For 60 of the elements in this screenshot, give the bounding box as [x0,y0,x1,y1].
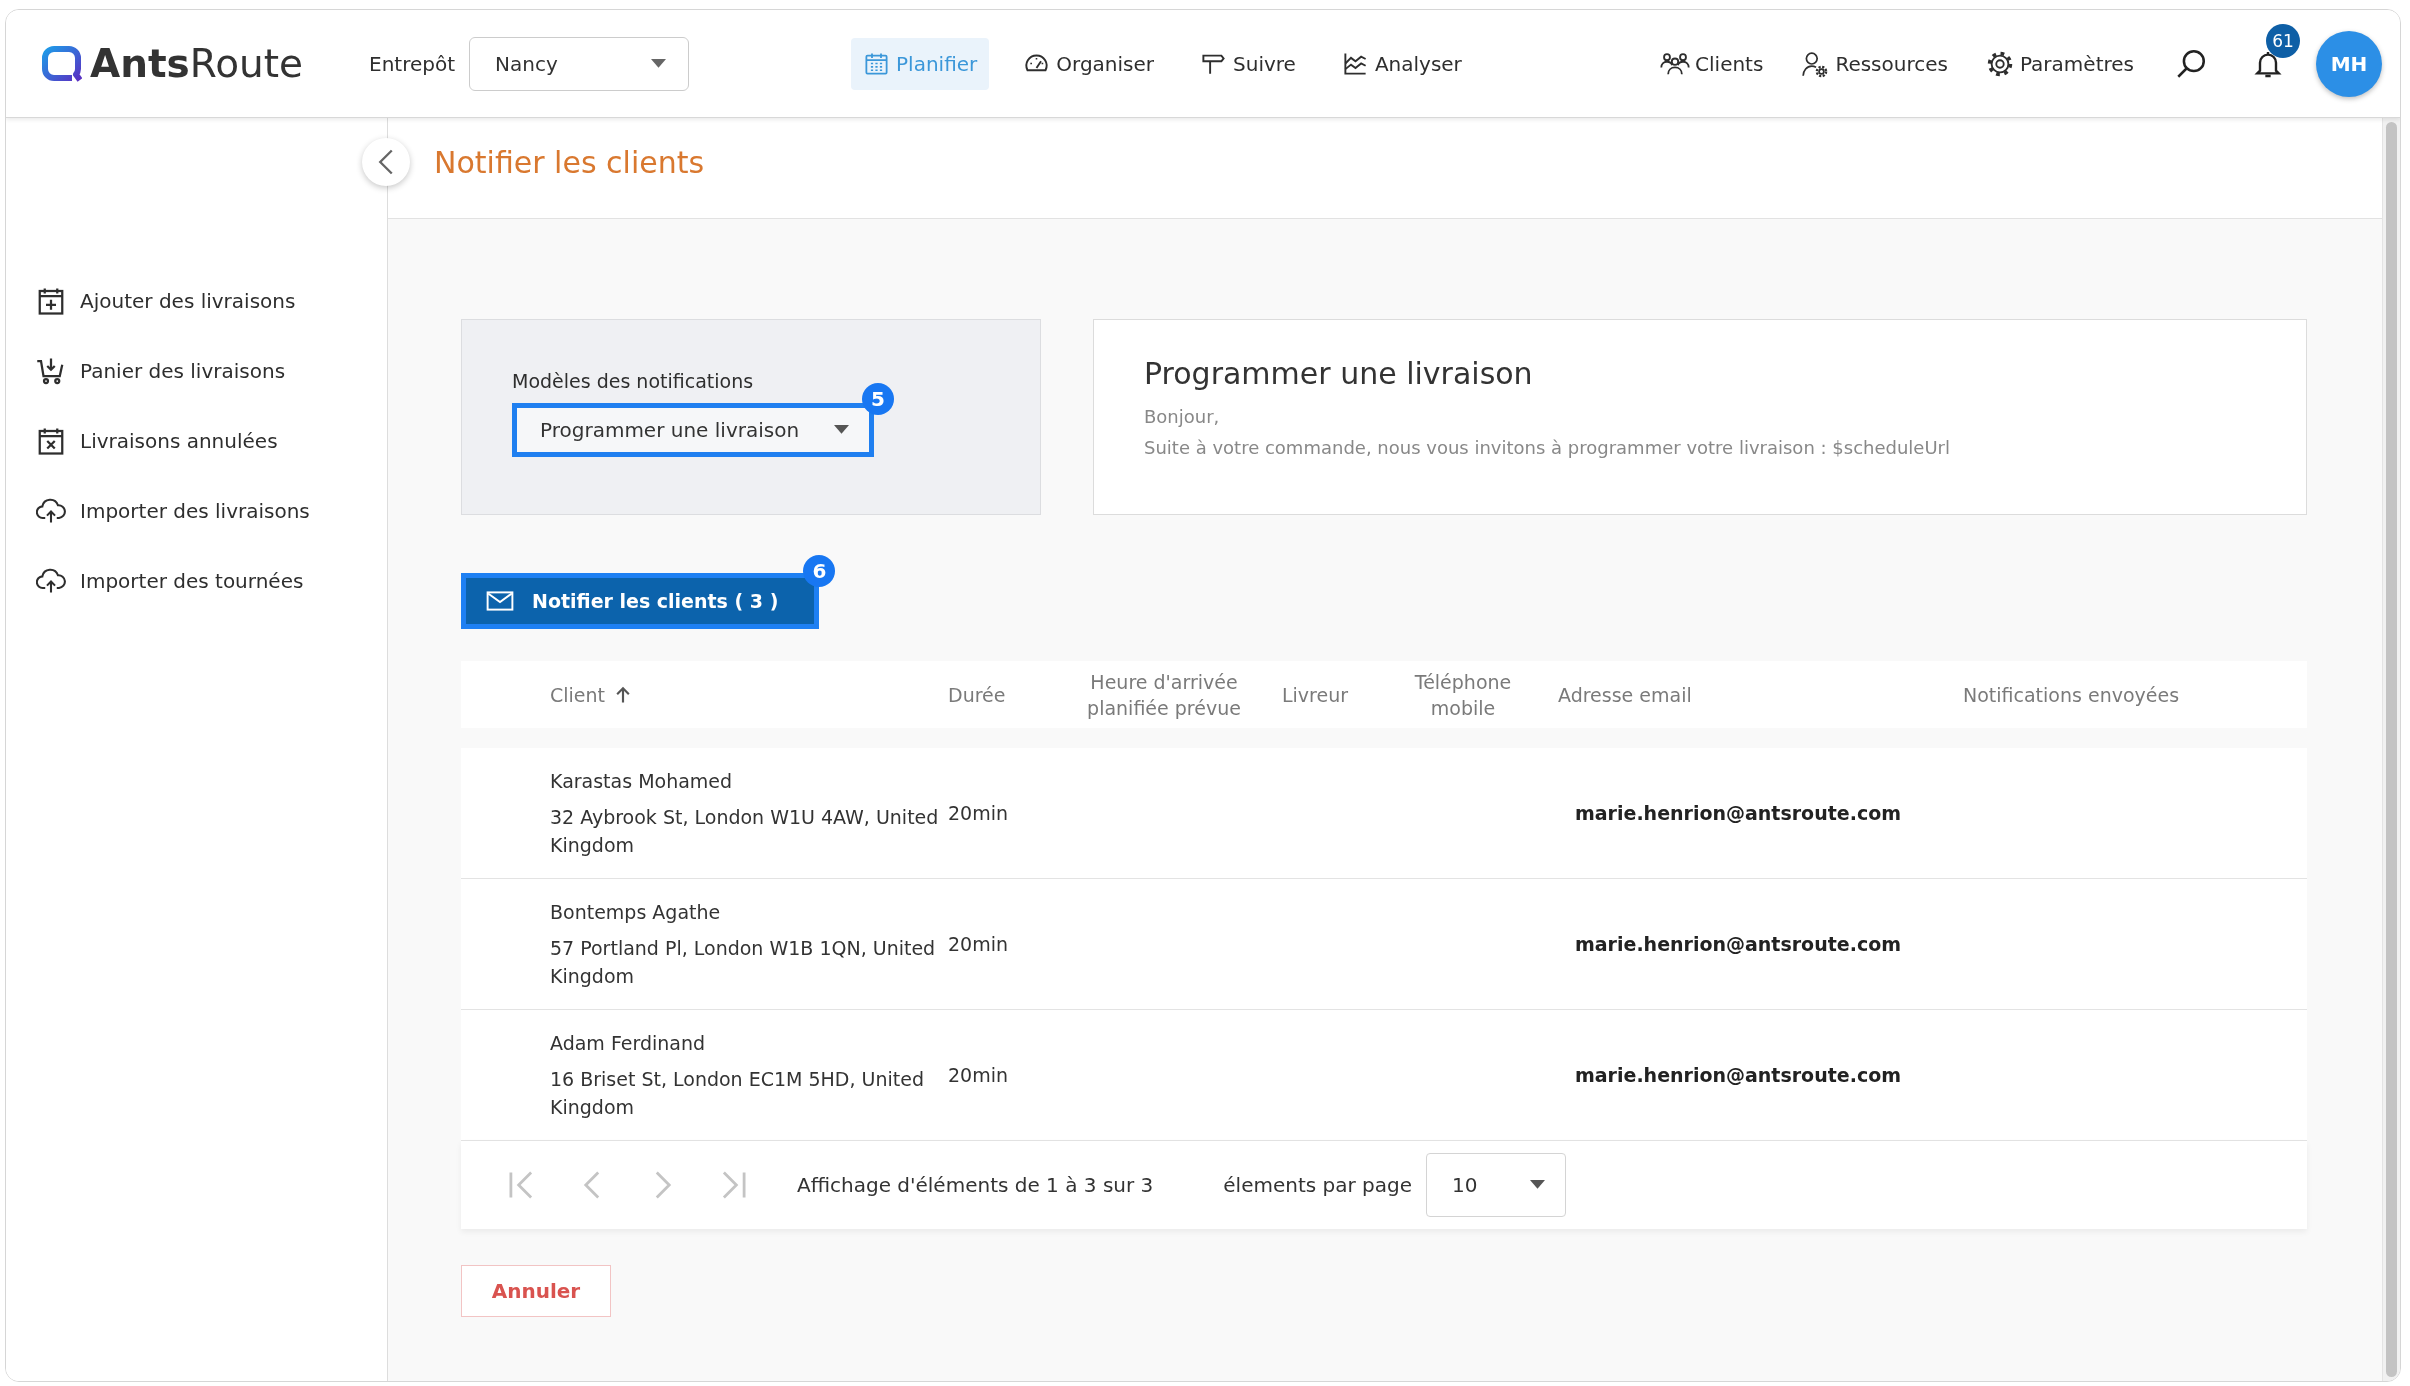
email-cell-text: marie.henrion@antsroute.com [1574,933,1902,955]
column-header: Notifications envoyées [1963,682,2180,708]
preview-text: Bonjour, [1144,405,1221,429]
scrollbar[interactable] [2386,122,2397,1377]
nav-link[interactable]: Ressources [1799,49,1948,78]
column-header: Adresse email [1558,682,1692,708]
logo-text: AntsRoute [90,41,304,86]
client-address: 57 Portland Pl, London W1B 1QN, United Kingdom [550,936,937,989]
preview-text: Suite à votre commande, nous vous invitons à programmer votre livraison : $scheduleUrl [1144,436,1951,460]
warehouse-label: Entrepôt [369,51,456,76]
nav-link[interactable]: Paramètres [1983,49,2134,78]
sidebar-item[interactable]: Ajouter des livraisons [36,266,387,336]
per-page-label: élements par page [1223,1173,1412,1197]
pagination-summary: Affichage d'éléments de 1 à 3 sur 3 [797,1173,1154,1197]
column-header: Livreur [1282,682,1349,708]
first-page-icon [507,1171,535,1199]
column-header: Heure d'arrivée planifiée prévue [1086,669,1242,721]
nav-tab[interactable]: Analyser [1329,37,1474,90]
chart-icon [1341,50,1369,77]
notification-count: 61 [2266,23,2300,58]
column-header: Téléphone mobile [1413,669,1513,721]
sidebar-item[interactable]: Livraisons annulées [36,406,387,476]
table-cell-text: 20min [948,802,1009,824]
cloud-upload-icon [36,566,66,596]
email-cell-text: marie.henrion@antsroute.com [1574,802,1902,824]
client-name: Karastas Mohamed [550,769,734,794]
sidebar-item[interactable]: Importer des tournées [36,546,387,616]
cart-icon [36,356,66,386]
mail-icon [486,590,514,612]
caret-icon [1530,1180,1545,1190]
cloud-upload-icon [36,496,66,526]
step-badge: 5 [862,383,894,415]
table-cell-text: 20min [948,1064,1009,1086]
sidebar-item[interactable]: Importer des livraisons [36,476,387,546]
step-badge: 6 [803,555,836,587]
client-address: 16 Briset St, London EC1M 5HD, United Kingdom [550,1067,925,1120]
table-cell-text: 20min [948,933,1009,955]
warehouse-select[interactable]: Nancy [469,36,690,91]
nav-link[interactable]: Clients [1659,49,1764,78]
cancel-button[interactable]: Annuler [461,1265,611,1317]
nav-tab[interactable]: Organiser [1011,37,1167,90]
nav-tab[interactable]: Suivre [1188,37,1308,90]
client-name: Adam Ferdinand [550,1031,707,1056]
last-page-icon [720,1171,748,1199]
field-label: Modèles des notifications [512,370,755,392]
client-name: Bontemps Agathe [550,900,722,925]
email-cell-text: marie.henrion@antsroute.com [1574,1064,1902,1086]
preview-title: Programmer une livraison [1144,356,1534,391]
column-header: Client [550,682,605,708]
caret-icon [834,425,849,435]
client-address: 32 Aybrook St, London W1U 4AW, United Kingdom [550,805,940,858]
sidebar-item[interactable]: Panier des livraisons [36,336,387,406]
logo-icon [42,44,82,83]
column-header: Durée [948,682,1006,708]
calendar-icon [863,50,891,77]
calendar-plus-icon [36,286,66,316]
calendar-x-icon [36,426,66,456]
per-page-select[interactable]: 10 [1426,1153,1566,1217]
page-title: Notifier les clients [434,144,705,180]
caret-icon [651,58,667,69]
